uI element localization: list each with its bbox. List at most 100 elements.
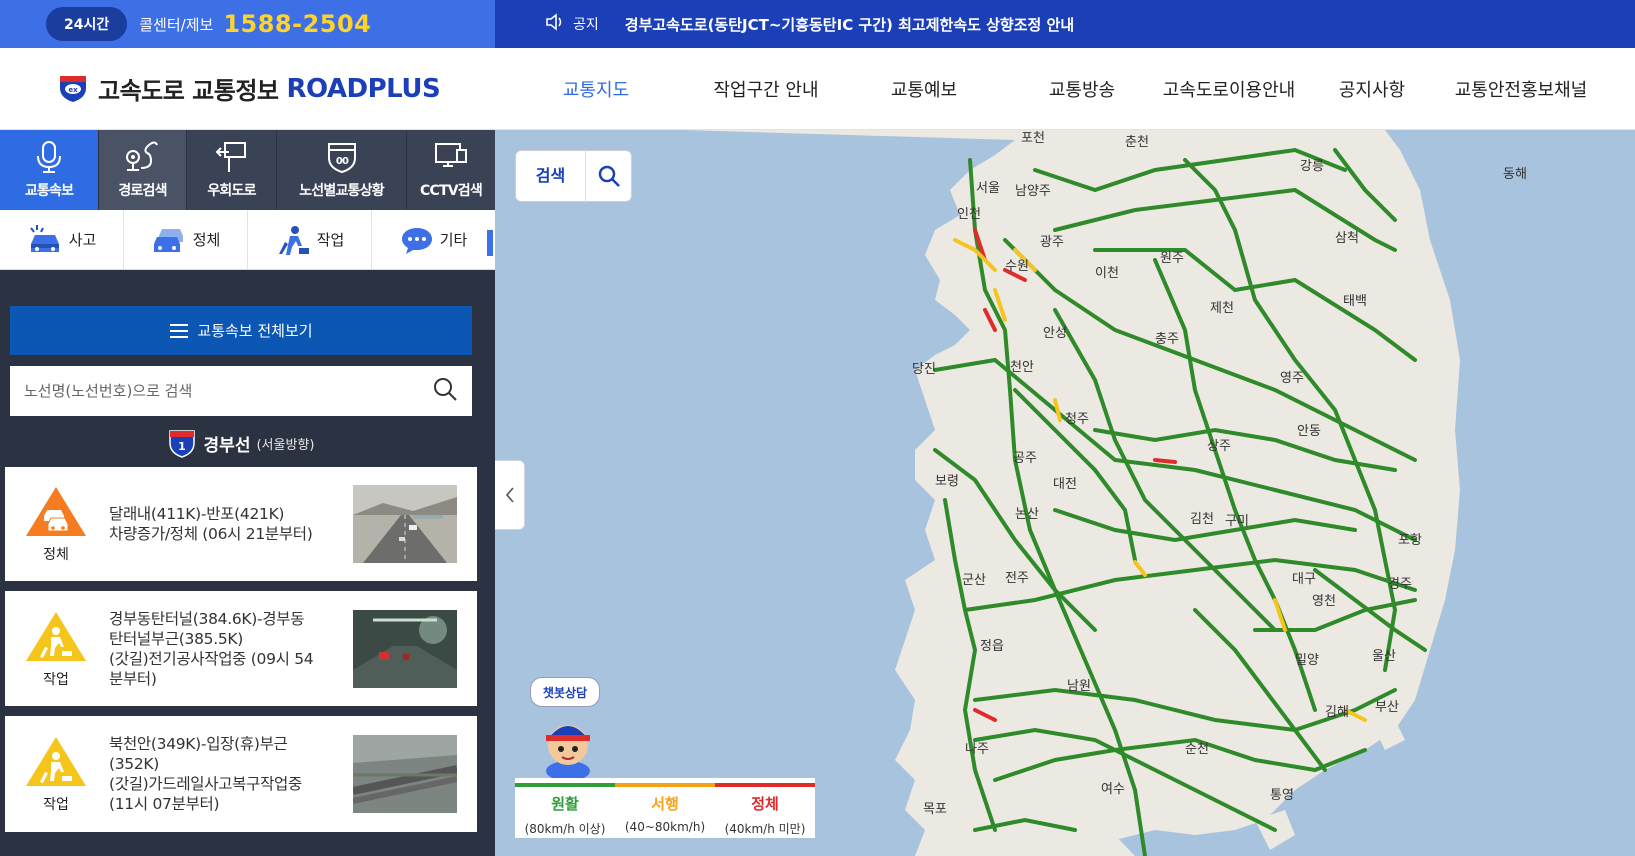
svg-text:공주: 공주	[1013, 451, 1037, 466]
notice-bar[interactable]: 공지 경부고속도로(동탄JCT~기흥동탄IC 구간) 최고제한속도 상향조정 안…	[495, 0, 1635, 48]
detour-sign-icon	[215, 142, 246, 172]
sidebar-tabs: 교통속보 경로검색 우회도로 00 노선별교통상황 CCTV검색	[0, 130, 495, 210]
accident-car-icon	[29, 224, 59, 252]
traffic-map[interactable]: 포천 춘천 강릉 동해 서울 남양주 인천 광주 삼척 원주 이천 수원 태백 …	[495, 130, 1635, 856]
svg-text:정읍: 정읍	[980, 639, 1004, 654]
route-shield-icon: 00	[327, 143, 356, 174]
svg-text:안동: 안동	[1297, 424, 1321, 439]
view-all-button[interactable]: 교통속보 전체보기	[10, 306, 472, 355]
map-search-label[interactable]: 검색	[516, 150, 586, 202]
cctv-thumbnail[interactable]	[353, 485, 457, 563]
search-icon[interactable]	[432, 376, 458, 406]
cctv-thumbnail[interactable]	[353, 735, 457, 813]
nav-work-zone[interactable]: 작업구간 안내	[666, 76, 866, 102]
svg-text:천안: 천안	[1010, 360, 1034, 375]
route-title: 1 경부선 (서울방향)	[0, 428, 482, 458]
menu-icon	[170, 323, 189, 338]
svg-text:광주: 광주	[1040, 235, 1064, 250]
header: ex 고속도로 교통정보 ROADPLUS 교통지도 작업구간 안내 교통예보 …	[0, 48, 1635, 130]
sidebar-collapse-button[interactable]	[495, 460, 525, 530]
svg-text:동해: 동해	[1503, 167, 1527, 182]
card-type: 정체	[23, 484, 89, 564]
badge-24h: 24시간	[46, 7, 128, 41]
callcenter-number[interactable]: 1588-2504	[223, 10, 371, 38]
svg-text:이천: 이천	[1095, 266, 1119, 281]
news-card[interactable]: 작업 북천안(349K)-입장(휴)부근 (352K) (갓길)가드레일사고복구…	[5, 716, 477, 832]
tab-traffic-news[interactable]: 교통속보	[0, 130, 99, 210]
svg-text:인천: 인천	[957, 207, 981, 222]
route-direction: (서울방향)	[256, 437, 315, 453]
svg-text:1: 1	[178, 440, 186, 453]
svg-text:남양주: 남양주	[1015, 184, 1051, 199]
svg-text:강릉: 강릉	[1300, 159, 1324, 174]
sidebar-scrollbar[interactable]	[487, 230, 493, 256]
svg-text:경주: 경주	[1388, 577, 1412, 592]
tab-route-search[interactable]: 경로검색	[99, 130, 187, 210]
map-search-button[interactable]	[586, 150, 631, 202]
svg-text:ex: ex	[68, 86, 78, 94]
nav-safety-channel[interactable]: 교통안전홍보채널	[1446, 76, 1596, 102]
svg-text:영천: 영천	[1312, 594, 1336, 609]
nav-notice[interactable]: 공지사항	[1318, 76, 1426, 102]
notice-text[interactable]: 경부고속도로(동탄JCT~기흥동탄IC 구간) 최고제한속도 상향조정 안내	[625, 14, 1074, 35]
work-warning-icon	[26, 737, 86, 786]
news-card[interactable]: 정체 달래내(411K)-반포(421K) 차량증가/정체 (06시 21분부터…	[5, 467, 477, 581]
nav-usage-guide[interactable]: 고속도로이용안내	[1154, 76, 1304, 102]
route-search-input[interactable]	[24, 382, 432, 400]
svg-text:충주: 충주	[1155, 332, 1179, 347]
search-icon	[598, 165, 620, 187]
filter-etc[interactable]: 기타	[372, 210, 495, 269]
svg-text:부산: 부산	[1375, 700, 1399, 715]
svg-text:서울: 서울	[976, 181, 1000, 196]
microphone-icon	[37, 141, 61, 173]
svg-text:목포: 목포	[923, 802, 947, 817]
congestion-cars-icon	[153, 228, 183, 252]
svg-text:보령: 보령	[935, 474, 959, 489]
route-icon	[125, 141, 158, 171]
nav-traffic-map[interactable]: 교통지도	[542, 76, 650, 102]
svg-text:상주: 상주	[1207, 439, 1231, 454]
filter-congestion[interactable]: 정체	[124, 210, 248, 269]
news-card[interactable]: 작업 경부동탄터널(384.6K)-경부동 탄터널부근(385.5K) (갓길)…	[5, 591, 477, 706]
svg-text:태백: 태백	[1343, 294, 1367, 309]
svg-text:영주: 영주	[1280, 371, 1304, 386]
svg-text:포항: 포항	[1398, 533, 1422, 548]
svg-text:청주: 청주	[1065, 412, 1089, 427]
tab-cctv-search[interactable]: CCTV검색	[407, 130, 495, 210]
logo-text: 고속도로 교통정보	[98, 77, 279, 105]
notice-label: 공지	[573, 17, 599, 33]
svg-text:춘천: 춘천	[1125, 135, 1149, 150]
svg-text:논산: 논산	[1015, 507, 1039, 522]
route-name: 경부선	[203, 435, 251, 456]
cctv-thumbnail[interactable]	[353, 609, 457, 688]
nav-forecast[interactable]: 교통예보	[870, 76, 978, 102]
traffic-legend: 원활 (80km/h 이상) 서행 (40~80km/h) 정체 (40km/h…	[515, 778, 815, 838]
card-type: 작업	[23, 609, 89, 689]
svg-text:전주: 전주	[1005, 571, 1029, 586]
congestion-warning-icon	[26, 487, 86, 536]
svg-text:당진: 당진	[912, 362, 936, 377]
speech-bubble-icon	[401, 227, 432, 254]
svg-text:00: 00	[335, 156, 348, 167]
svg-text:수원: 수원	[1005, 259, 1029, 274]
filter-work[interactable]: 작업	[248, 210, 372, 269]
svg-text:김해: 김해	[1325, 705, 1349, 720]
legend-congested: 정체 (40km/h 미만)	[715, 783, 815, 838]
tab-route-status[interactable]: 00 노선별교통상황	[277, 130, 407, 210]
legend-slow: 서행 (40~80km/h)	[615, 783, 715, 838]
nav-broadcast[interactable]: 교통방송	[1028, 76, 1136, 102]
card-type: 작업	[23, 734, 89, 814]
svg-text:나주: 나주	[965, 742, 989, 757]
cctv-monitor-icon	[435, 143, 467, 167]
chatbot-label: 챗봇상담	[530, 677, 600, 707]
filter-accident[interactable]: 사고	[0, 210, 124, 269]
card-description: 달래내(411K)-반포(421K) 차량증가/정체 (06시 21분부터)	[109, 505, 313, 543]
logo[interactable]: ex 고속도로 교통정보 ROADPLUS	[56, 70, 496, 108]
svg-text:여수: 여수	[1101, 782, 1125, 797]
legend-smooth: 원활 (80km/h 이상)	[515, 783, 615, 838]
svg-text:원주: 원주	[1160, 251, 1184, 266]
svg-text:안성: 안성	[1043, 326, 1067, 341]
tab-detour[interactable]: 우회도로	[187, 130, 277, 210]
main-nav: 교통지도 작업구간 안내 교통예보 교통방송 고속도로이용안내 공지사항 교통안…	[542, 76, 1596, 102]
svg-text:김천: 김천	[1190, 512, 1214, 527]
